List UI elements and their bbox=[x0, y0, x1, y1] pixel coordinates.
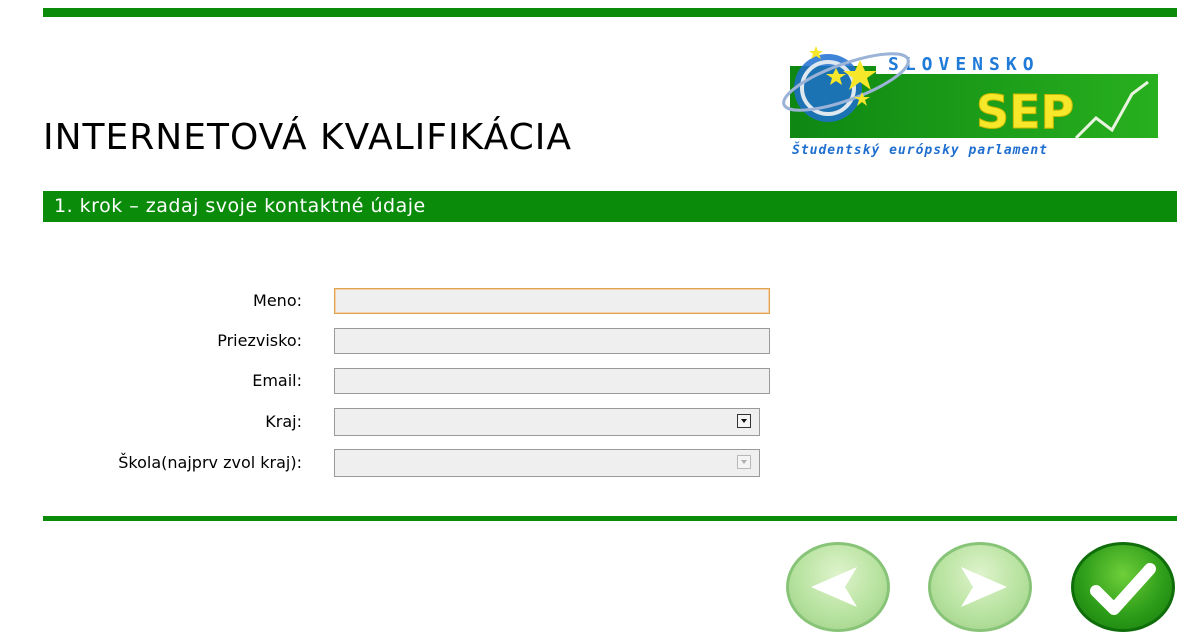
priezvisko-input[interactable] bbox=[334, 328, 770, 354]
top-divider bbox=[43, 8, 1177, 17]
chevron-down-icon bbox=[737, 455, 751, 469]
page-title: INTERNETOVÁ KVALIFIKÁCIA bbox=[43, 117, 572, 158]
email-input[interactable] bbox=[334, 368, 770, 394]
back-button[interactable] bbox=[786, 542, 890, 632]
next-button[interactable] bbox=[928, 542, 1032, 632]
arrow-right-icon bbox=[961, 567, 1007, 607]
priezvisko-label: Priezvisko: bbox=[217, 331, 302, 350]
sep-logo: SLOVENSKO SEP Študentský európsky parlam… bbox=[776, 38, 1160, 158]
chevron-down-icon[interactable] bbox=[737, 414, 751, 428]
meno-label: Meno: bbox=[253, 291, 302, 310]
bottom-divider bbox=[43, 516, 1177, 521]
logo-subtitle: Študentský európsky parlament bbox=[792, 142, 1048, 158]
logo-top-text: SLOVENSKO bbox=[888, 54, 1040, 75]
kraj-select[interactable] bbox=[334, 408, 760, 436]
checkmark-icon bbox=[1090, 563, 1156, 615]
skola-label: Škola(najprv zvol kraj): bbox=[118, 453, 302, 472]
logo-main-text: SEP bbox=[976, 85, 1074, 139]
step-header: 1. krok – zadaj svoje kontaktné údaje bbox=[43, 191, 1177, 222]
meno-input[interactable] bbox=[334, 288, 770, 314]
email-label: Email: bbox=[252, 371, 302, 390]
kraj-label: Kraj: bbox=[265, 412, 302, 431]
arrow-left-icon bbox=[811, 567, 857, 607]
skola-select[interactable] bbox=[334, 449, 760, 477]
confirm-button[interactable] bbox=[1071, 542, 1175, 632]
